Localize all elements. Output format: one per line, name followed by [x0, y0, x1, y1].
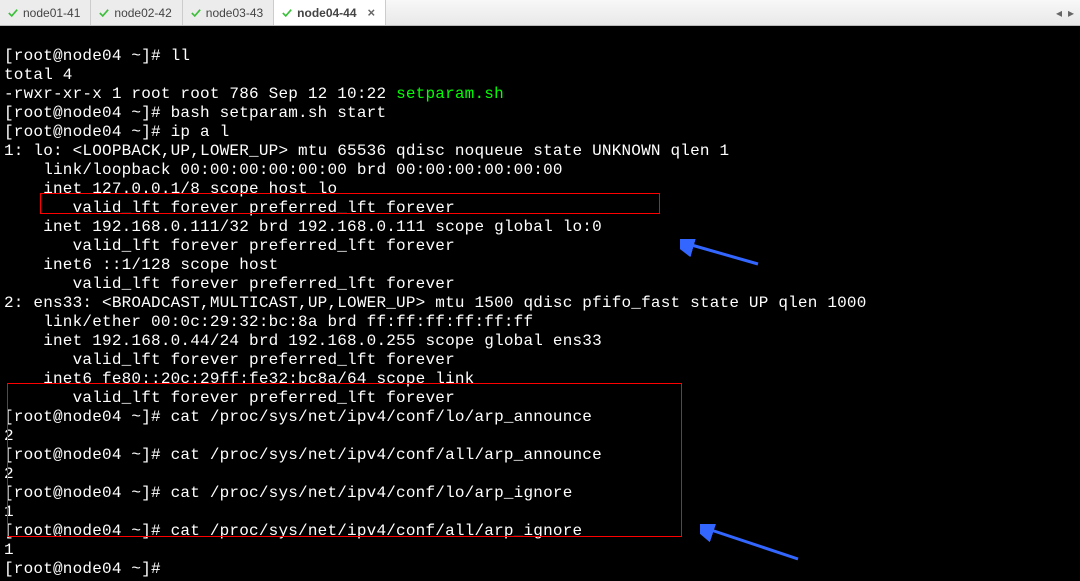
arrow-annotation	[680, 201, 760, 307]
terminal-line: inet 192.168.0.111/32 brd 192.168.0.111 …	[4, 218, 602, 236]
terminal-line: [root@node04 ~]# cat /proc/sys/net/ipv4/…	[4, 446, 602, 464]
terminal-line: [root@node04 ~]#	[4, 560, 161, 578]
terminal-line: total 4	[4, 66, 73, 84]
terminal-line: valid_lft forever preferred_lft forever	[4, 199, 455, 217]
close-icon[interactable]: ×	[368, 5, 376, 20]
terminal-line: inet 127.0.0.1/8 scope host lo	[4, 180, 337, 198]
terminal-line: 1: lo: <LOOPBACK,UP,LOWER_UP> mtu 65536 …	[4, 142, 729, 160]
terminal-line: valid_lft forever preferred_lft forever	[4, 351, 455, 369]
tab-node03[interactable]: node03-43	[183, 0, 274, 25]
terminal-line: inet6 ::1/128 scope host	[4, 256, 278, 274]
terminal-line: valid_lft forever preferred_lft forever	[4, 237, 455, 255]
terminal-line: 1	[4, 503, 14, 521]
tab-label: node03-43	[206, 6, 263, 20]
terminal-line: inet 192.168.0.44/24 brd 192.168.0.255 s…	[4, 332, 602, 350]
tab-label: node01-41	[23, 6, 80, 20]
terminal-line: 2	[4, 465, 14, 483]
tab-node04[interactable]: node04-44 ×	[274, 0, 386, 25]
check-icon	[99, 8, 109, 18]
terminal-line: [root@node04 ~]# cat /proc/sys/net/ipv4/…	[4, 484, 573, 502]
tab-nav-left-icon[interactable]: ◂	[1056, 6, 1062, 20]
terminal-line: [root@node04 ~]# cat /proc/sys/net/ipv4/…	[4, 522, 582, 540]
tab-node02[interactable]: node02-42	[91, 0, 182, 25]
terminal-line: [root@node04 ~]# cat /proc/sys/net/ipv4/…	[4, 408, 592, 426]
terminal-line: valid_lft forever preferred_lft forever	[4, 389, 455, 407]
check-icon	[8, 8, 18, 18]
tab-nav-right-icon[interactable]: ▸	[1068, 6, 1074, 20]
check-icon	[191, 8, 201, 18]
arrow-annotation	[700, 486, 800, 581]
terminal-line: valid_lft forever preferred_lft forever	[4, 275, 455, 293]
terminal-line: [root@node04 ~]# bash setparam.sh start	[4, 104, 386, 122]
terminal-line: [root@node04 ~]# ll	[4, 47, 190, 65]
terminal-line: link/loopback 00:00:00:00:00:00 brd 00:0…	[4, 161, 563, 179]
terminal[interactable]: [root@node04 ~]# ll total 4 -rwxr-xr-x 1…	[0, 26, 1080, 581]
check-icon	[282, 8, 292, 18]
tab-controls: ◂ ▸	[1050, 0, 1080, 25]
terminal-line: 1	[4, 541, 14, 559]
filename-executable: setparam.sh	[396, 85, 504, 103]
tab-label: node04-44	[297, 6, 356, 20]
tab-label: node02-42	[114, 6, 171, 20]
terminal-line: inet6 fe80::20c:29ff:fe32:bc8a/64 scope …	[4, 370, 474, 388]
terminal-line: 2: ens33: <BROADCAST,MULTICAST,UP,LOWER_…	[4, 294, 867, 312]
tab-node01[interactable]: node01-41	[0, 0, 91, 25]
terminal-line: link/ether 00:0c:29:32:bc:8a brd ff:ff:f…	[4, 313, 533, 331]
terminal-line: [root@node04 ~]# ip a l	[4, 123, 229, 141]
terminal-line: 2	[4, 427, 14, 445]
tab-bar: node01-41 node02-42 node03-43 node04-44 …	[0, 0, 1080, 26]
terminal-line: -rwxr-xr-x 1 root root 786 Sep 12 10:22 …	[4, 85, 504, 103]
